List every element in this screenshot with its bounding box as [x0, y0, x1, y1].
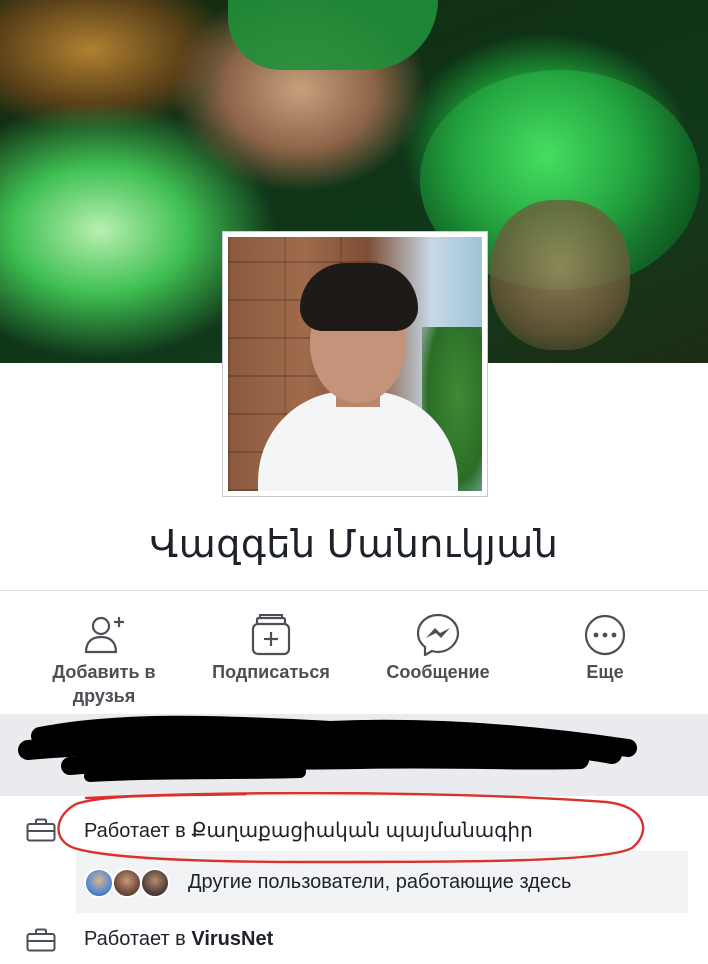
- follow-label: Подписаться: [212, 662, 330, 682]
- cover-cap-shape: [228, 0, 438, 70]
- profile-picture-image: [228, 237, 482, 491]
- work-row-text: Работает в Քաղաքացիական պայմանագիր: [84, 818, 533, 843]
- coworker-avatar: [140, 868, 170, 898]
- add-friend-button[interactable]: Добавить в друзья: [19, 598, 189, 714]
- work-prefix: Работает в: [84, 820, 192, 842]
- message-label: Сообщение: [386, 662, 490, 682]
- redacted-info-band: [0, 714, 708, 796]
- follow-button[interactable]: Подписаться: [186, 598, 356, 714]
- work-organization[interactable]: Քաղաքացիական պայմանագիր: [191, 820, 532, 842]
- profile-name: Վազգեն Մանուկյան: [149, 524, 559, 566]
- profile-actions: Добавить в друзья Подписаться Сообщение …: [0, 598, 708, 714]
- more-button[interactable]: Еще: [520, 598, 690, 714]
- follow-icon: [251, 614, 291, 656]
- coworkers-text: Другие пользователи, работающие здесь: [188, 871, 572, 893]
- add-friend-icon: [84, 616, 124, 654]
- work-row-text: Работает в VirusNet: [84, 928, 273, 951]
- more-icon: [584, 614, 626, 656]
- work-row[interactable]: Работает в Քաղաքացիական պայմանագիր: [0, 806, 708, 854]
- coworker-avatar: [112, 868, 142, 898]
- cover-face-shape: [490, 200, 630, 350]
- message-button[interactable]: Сообщение: [353, 598, 523, 714]
- profile-picture[interactable]: [222, 231, 488, 497]
- work-organization[interactable]: VirusNet: [191, 928, 273, 950]
- briefcase-icon: [26, 818, 56, 842]
- add-friend-label: Добавить в друзья: [52, 662, 156, 706]
- work-prefix: Работает в: [84, 928, 192, 950]
- messenger-icon: [416, 613, 460, 657]
- briefcase-icon: [26, 928, 56, 952]
- hair: [300, 263, 418, 331]
- coworker-avatar: [84, 868, 114, 898]
- coworkers-row[interactable]: Другие пользователи, работающие здесь: [76, 851, 688, 913]
- redaction-scribble: [18, 715, 637, 782]
- more-label: Еще: [586, 662, 624, 682]
- divider: [0, 590, 708, 591]
- work-row[interactable]: Работает в VirusNet: [0, 916, 708, 964]
